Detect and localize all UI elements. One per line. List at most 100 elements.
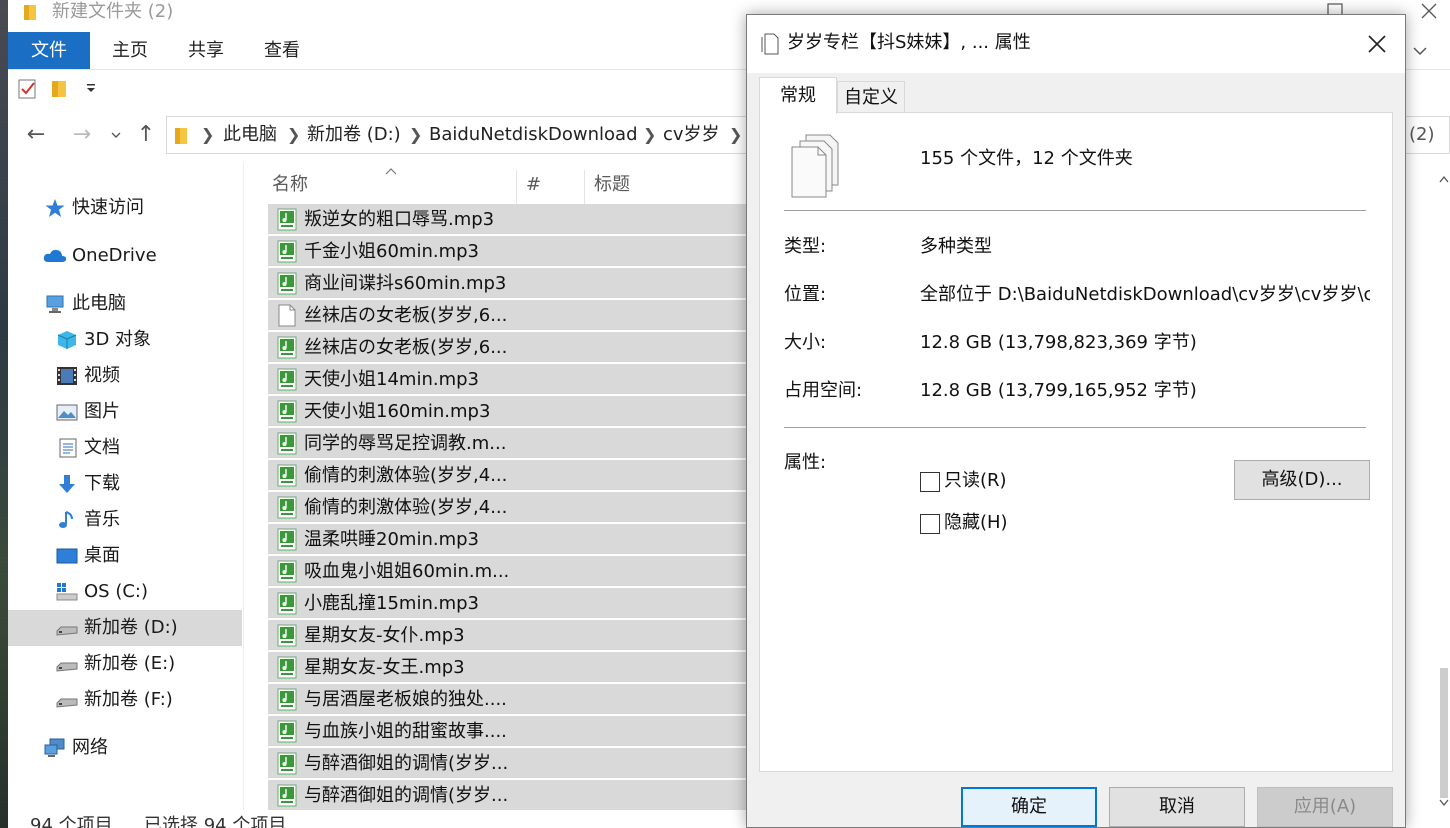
file-row[interactable]: 星期女友-女王.mp3: [268, 652, 752, 683]
recent-locations-chevron-icon[interactable]: [108, 120, 124, 150]
tab-view[interactable]: 查看: [252, 32, 312, 69]
sidebar-item-downloads[interactable]: 下载: [8, 466, 242, 502]
sidebar-item-os-c[interactable]: OS (C:): [8, 574, 242, 610]
hidden-label[interactable]: 隐藏(H): [944, 509, 1008, 537]
readonly-label[interactable]: 只读(R): [944, 467, 1007, 495]
tab-custom[interactable]: 自定义: [837, 81, 905, 113]
file-row[interactable]: 偷情的刺激体验(岁岁,4...: [268, 492, 752, 523]
sidebar-item-pictures[interactable]: 图片: [8, 394, 242, 430]
file-row[interactable]: 星期女友-女仆.mp3: [268, 620, 752, 651]
audio-file-icon: [277, 368, 297, 391]
new-folder-icon[interactable]: [50, 79, 68, 99]
cancel-button[interactable]: 取消: [1109, 787, 1245, 827]
file-row[interactable]: 小鹿乱撞15min.mp3: [268, 588, 752, 619]
apply-button[interactable]: 应用(A): [1257, 787, 1393, 827]
sidebar-item-this-pc[interactable]: 此电脑: [8, 286, 242, 322]
file-row[interactable]: 商业间谍抖s60min.mp3: [268, 268, 752, 299]
file-name: 偷情的刺激体验(岁岁,4...: [304, 497, 508, 518]
breadcrumb-separator-icon: ❯: [201, 125, 215, 144]
ok-button[interactable]: 确定: [961, 787, 1097, 827]
breadcrumb-separator-icon: ❯: [409, 125, 423, 144]
dialog-title: 岁岁专栏【抖S妹妹】, ... 属性: [787, 32, 1031, 53]
breadcrumb-drive-d[interactable]: 新加卷 (D:): [307, 117, 401, 153]
general-tab-panel: 155 个文件，12 个文件夹 类型: 多种类型 位置: 全部位于 D:\Bai…: [759, 112, 1393, 772]
file-row[interactable]: 吸血鬼小姐姐60min.m...: [268, 556, 752, 587]
file-row[interactable]: 天使小姐14min.mp3: [268, 364, 752, 395]
sidebar-item-desktop[interactable]: 桌面: [8, 538, 242, 574]
multiple-files-icon: [761, 33, 779, 55]
audio-file-icon: [277, 272, 297, 295]
sidebar-item-documents[interactable]: 文档: [8, 430, 242, 466]
scroll-down-arrow-icon[interactable]: [1438, 798, 1450, 808]
sidebar-item-label: OS (C:): [84, 581, 148, 602]
sidebar-item-drive-d[interactable]: 新加卷 (D:): [8, 610, 242, 646]
column-resize-handle[interactable]: [584, 170, 585, 204]
file-row[interactable]: 同学的辱骂足控调教.m...: [268, 428, 752, 459]
file-list: 叛逆女的粗口辱骂.mp3 千金小姐60min.mp3 商业间谍抖s60min.mp3…: [268, 204, 752, 812]
sidebar-item-onedrive[interactable]: OneDrive: [8, 238, 242, 274]
sidebar-item-drive-f[interactable]: 新加卷 (F:): [8, 682, 242, 718]
file-row[interactable]: 与醉酒御姐的调情(岁岁...: [268, 748, 752, 779]
attributes-label: 属性:: [784, 452, 827, 473]
column-title[interactable]: 标题: [594, 166, 630, 204]
cube-icon: [57, 331, 77, 349]
tab-home[interactable]: 主页: [100, 32, 160, 69]
file-name: 叛逆女的粗口辱骂.mp3: [304, 209, 495, 230]
file-row[interactable]: 与居酒屋老板娘的独处....: [268, 684, 752, 715]
sidebar-item-network[interactable]: 网络: [8, 730, 242, 766]
customize-toolbar-dropdown-icon[interactable]: [84, 81, 98, 97]
file-row[interactable]: 温柔哄睡20min.mp3: [268, 524, 752, 555]
column-track-number[interactable]: #: [526, 166, 541, 204]
sidebar-item-quick-access[interactable]: 快速访问: [8, 190, 242, 226]
audio-file-icon: [277, 336, 297, 359]
close-button[interactable]: [1404, 0, 1450, 30]
file-name: 星期女友-女王.mp3: [304, 657, 465, 678]
location-label: 位置:: [784, 284, 827, 305]
scroll-up-arrow-icon[interactable]: [1438, 174, 1450, 184]
file-row[interactable]: 丝袜店の女老板(岁岁,6...: [268, 332, 752, 363]
column-name[interactable]: 名称: [272, 166, 308, 204]
download-icon: [59, 475, 75, 493]
hidden-checkbox[interactable]: [920, 514, 940, 534]
type-label: 类型:: [784, 236, 827, 257]
breadcrumb-separator-icon: ❯: [287, 125, 301, 144]
column-resize-handle[interactable]: [516, 170, 517, 204]
sidebar-item-drive-e[interactable]: 新加卷 (E:): [8, 646, 242, 682]
forward-arrow-icon[interactable]: →: [68, 120, 96, 150]
file-name: 千金小姐60min.mp3: [304, 241, 479, 262]
file-row[interactable]: 叛逆女的粗口辱骂.mp3: [268, 204, 752, 235]
dialog-title-bar[interactable]: 岁岁专栏【抖S妹妹】, ... 属性: [747, 15, 1405, 73]
tab-file[interactable]: 文件: [8, 32, 90, 69]
tab-general[interactable]: 常规: [759, 77, 837, 114]
sidebar-item-3d-objects[interactable]: 3D 对象: [8, 322, 242, 358]
audio-file-icon: [277, 208, 297, 231]
file-row[interactable]: 天使小姐160min.mp3: [268, 396, 752, 427]
breadcrumb-this-pc[interactable]: 此电脑: [223, 117, 277, 153]
breadcrumb-baidu[interactable]: BaiduNetdiskDownload: [429, 117, 638, 153]
file-row[interactable]: 丝袜店の女老板(岁岁,6...: [268, 300, 752, 331]
audio-file-icon: [277, 656, 297, 679]
vertical-scrollbar-thumb[interactable]: [1440, 668, 1448, 798]
close-icon[interactable]: [1363, 30, 1391, 58]
audio-file-icon: [277, 688, 297, 711]
file-name: 吸血鬼小姐姐60min.m...: [304, 561, 510, 582]
breadcrumb-cv[interactable]: cv岁岁: [663, 117, 720, 153]
tab-share[interactable]: 共享: [176, 32, 236, 69]
sidebar-item-videos[interactable]: 视频: [8, 358, 242, 394]
file-row[interactable]: 与醉酒御姐的调情(岁岁...: [268, 780, 752, 811]
file-row[interactable]: 千金小姐60min.mp3: [268, 236, 752, 267]
audio-file-icon: [277, 240, 297, 263]
advanced-button[interactable]: 高级(D)...: [1234, 460, 1370, 500]
sidebar-item-music[interactable]: 音乐: [8, 502, 242, 538]
pane-divider: [243, 162, 244, 810]
audio-file-icon: [277, 528, 297, 551]
up-arrow-icon[interactable]: ↑: [132, 120, 160, 150]
ribbon-expand-chevron-icon[interactable]: [1408, 40, 1432, 62]
properties-check-icon[interactable]: [18, 79, 38, 99]
file-row[interactable]: 偷情的刺激体验(岁岁,4...: [268, 460, 752, 491]
sidebar-item-label: 网络: [72, 737, 108, 758]
readonly-checkbox[interactable]: [920, 472, 940, 492]
back-arrow-icon[interactable]: ←: [22, 120, 50, 150]
file-row[interactable]: 与血族小姐的甜蜜故事....: [268, 716, 752, 747]
file-name: 天使小姐14min.mp3: [304, 369, 479, 390]
